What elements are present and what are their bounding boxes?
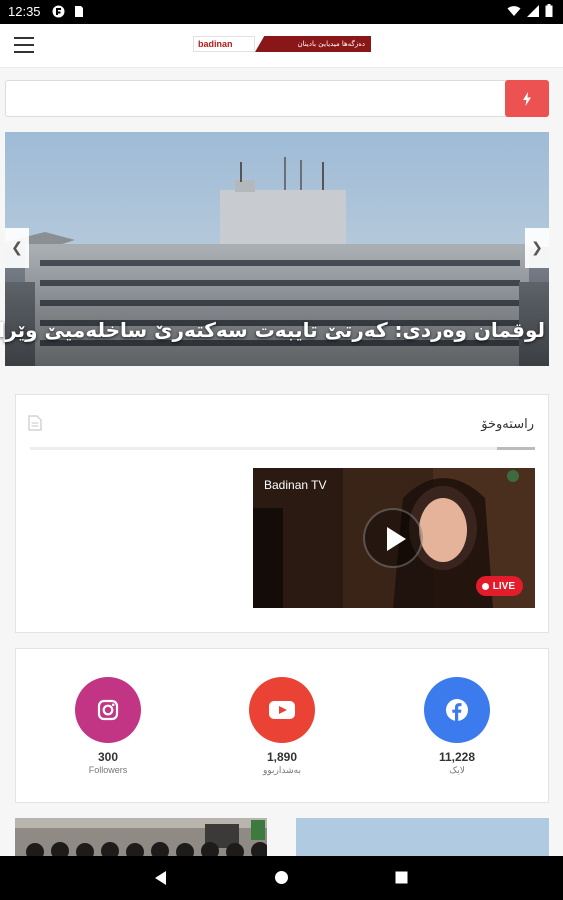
hamburger-menu-icon[interactable] [14, 37, 34, 55]
live-badge: LIVE [475, 576, 523, 596]
app-notification-icon [52, 5, 65, 18]
chevron-right-icon: ❯ [531, 240, 543, 256]
facebook-button[interactable] [424, 677, 490, 743]
section-title: راستەوخۆ [481, 417, 534, 432]
instagram-counter[interactable]: 300 Followers [58, 677, 158, 775]
instagram-label: Followers [88, 765, 128, 775]
news-thumbnail[interactable] [296, 818, 549, 858]
youtube-count: 1,890 [266, 750, 298, 764]
slide-caption[interactable]: لوقمان وەردی: کەرتێ تایبەت سەکتەرێ ساخلە… [0, 318, 545, 342]
status-icons [507, 4, 553, 17]
slider-next-button[interactable]: ❯ [525, 228, 549, 268]
facebook-label: لایک [449, 765, 465, 775]
slider-prev-button[interactable]: ❮ [5, 228, 29, 268]
news-image [296, 818, 549, 858]
search-bar [5, 80, 549, 117]
battery-icon [545, 4, 553, 17]
instagram-count: 300 [97, 750, 119, 764]
youtube-counter[interactable]: 1,890 بەشداربوو [232, 677, 332, 776]
facebook-count: 11,228 [438, 750, 476, 764]
play-button[interactable] [363, 508, 423, 568]
status-bar: 12:35 [0, 0, 563, 24]
flash-icon [523, 91, 531, 106]
live-section: راستەوخۆ Badinan TV LIVE [15, 394, 549, 633]
search-input[interactable] [12, 87, 500, 111]
youtube-button[interactable] [249, 677, 315, 743]
signal-icon [527, 4, 539, 17]
instagram-button[interactable] [75, 677, 141, 743]
status-time: 12:35 [8, 4, 41, 19]
play-icon [387, 527, 406, 551]
channel-label: Badinan TV [264, 478, 327, 492]
news-thumbnail[interactable] [15, 818, 267, 858]
wifi-icon [507, 5, 521, 16]
live-badge-label: LIVE [492, 580, 515, 592]
search-button[interactable] [505, 80, 549, 117]
live-dot-icon [481, 582, 489, 590]
instagram-icon [97, 699, 119, 721]
social-counters: 300 Followers 1,890 بەشداربوو 11,228 لای [15, 648, 549, 803]
logo[interactable]: badinan دەزگەها میدیایێ بادینان [193, 36, 371, 52]
back-icon[interactable] [153, 870, 167, 886]
section-divider [30, 447, 535, 450]
home-icon[interactable] [274, 870, 289, 885]
facebook-counter[interactable]: 11,228 لایک [407, 677, 507, 776]
system-nav-bar [0, 856, 563, 900]
recents-icon[interactable] [395, 871, 408, 884]
logo-tagline: دەزگەها میدیایێ بادینان [255, 36, 371, 52]
youtube-label: بەشداربوو [263, 765, 301, 775]
app-screen: 12:35 badinan دەزگەها میدیایێ بادینان لو… [0, 0, 563, 900]
news-image [15, 818, 267, 858]
facebook-icon [446, 699, 468, 722]
sd-card-icon [75, 6, 83, 17]
logo-wordmark: badinan [193, 36, 255, 52]
document-icon [28, 415, 42, 431]
app-header: badinan دەزگەها میدیایێ بادینان [0, 24, 563, 68]
chevron-left-icon: ❮ [11, 240, 23, 256]
youtube-icon [269, 701, 295, 719]
live-video-player[interactable]: Badinan TV LIVE [253, 468, 535, 608]
